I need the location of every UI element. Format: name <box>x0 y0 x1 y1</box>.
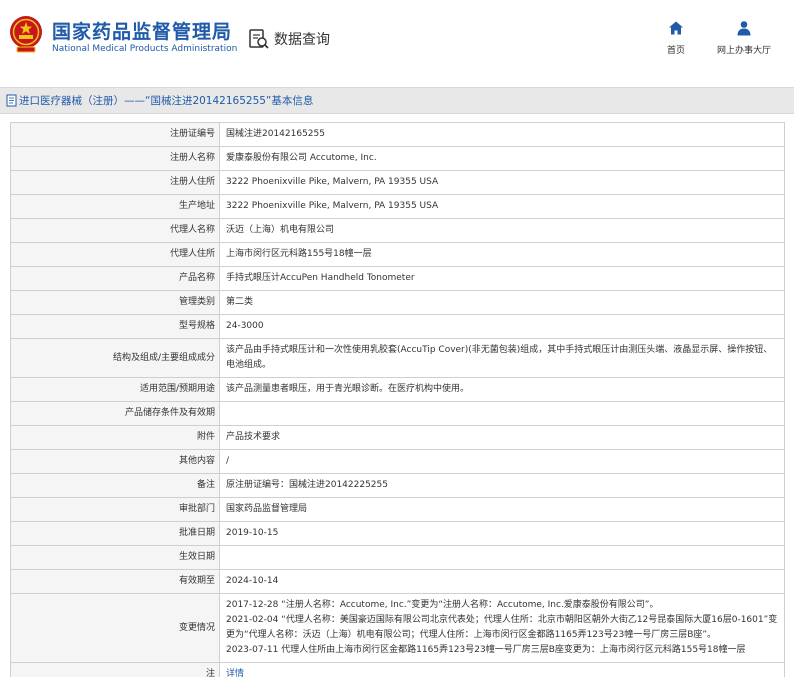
table-row: 备注 原注册证编号：国械注进20142225255 <box>10 473 785 498</box>
field-value: 该产品测量患者眼压，用于青光眼诊断。在医疗机构中使用。 <box>219 377 785 402</box>
field-label: 注册人住所 <box>10 170 220 195</box>
field-label: 代理人名称 <box>10 218 220 243</box>
document-icon <box>6 94 17 107</box>
data-query-label: 数据查询 <box>274 32 330 48</box>
field-value: 2019-10-15 <box>219 521 785 546</box>
field-label: 生产地址 <box>10 194 220 219</box>
table-row: 代理人名称 沃迈（上海）机电有限公司 <box>10 218 785 243</box>
change-history: 2017-12-28 “注册人名称：Accutome, Inc.”变更为“注册人… <box>219 593 785 663</box>
page-title-bar: 进口医疗器械（注册）——“国械注进20142165255”基本信息 <box>0 87 794 114</box>
nav-home-label: 首页 <box>666 46 685 56</box>
field-label: 备注 <box>10 473 220 498</box>
history-entry: 2023-07-11 代理人住所由上海市闵行区金都路1165弄123号23幢一号… <box>226 645 746 655</box>
field-value <box>219 545 785 570</box>
nav-home[interactable]: 首页 <box>656 20 696 56</box>
table-row: 型号规格 24-3000 <box>10 314 785 339</box>
field-label: 管理类别 <box>10 290 220 315</box>
field-value <box>219 401 785 426</box>
field-label: 有效期至 <box>10 569 220 594</box>
field-label: 型号规格 <box>10 314 220 339</box>
field-label: 产品储存条件及有效期 <box>10 401 220 426</box>
data-query-link[interactable]: 数据查询 <box>248 27 330 51</box>
table-row: 批准日期 2019-10-15 <box>10 521 785 546</box>
field-label: 适用范围/预期用途 <box>10 377 220 402</box>
field-label: 注册人名称 <box>10 146 220 171</box>
field-label: 注册证编号 <box>10 122 220 147</box>
field-value: 原注册证编号：国械注进20142225255 <box>219 473 785 498</box>
table-row: 代理人住所 上海市闵行区元科路155号18幢一层 <box>10 242 785 267</box>
field-label: 代理人住所 <box>10 242 220 267</box>
field-label: 生效日期 <box>10 545 220 570</box>
field-value: 第二类 <box>219 290 785 315</box>
table-row: 注册证编号 国械注进20142165255 <box>10 122 785 147</box>
field-value: 沃迈（上海）机电有限公司 <box>219 218 785 243</box>
field-value: 上海市闵行区元科路155号18幢一层 <box>219 242 785 267</box>
registration-info-table: 注册证编号 国械注进20142165255 注册人名称 爱康泰股份有限公司 Accu… <box>10 122 785 677</box>
table-row: 有效期至 2024-10-14 <box>10 569 785 594</box>
field-value: 3222 Phoenixville Pike, Malvern, PA 1935… <box>219 194 785 219</box>
table-row: 结构及组成/主要组成成分 该产品由手持式眼压计和一次性使用乳胶套(AccuTip … <box>10 338 785 378</box>
table-row: 适用范围/预期用途 该产品测量患者眼压，用于青光眼诊断。在医疗机构中使用。 <box>10 377 785 402</box>
table-row: 生效日期 <box>10 545 785 570</box>
home-icon <box>669 21 683 35</box>
field-value: 产品技术要求 <box>219 425 785 450</box>
data-query-icon <box>249 29 269 49</box>
table-row: 附件 产品技术要求 <box>10 425 785 450</box>
emblem-logo <box>10 16 42 53</box>
field-value: 3222 Phoenixville Pike, Malvern, PA 1935… <box>219 170 785 195</box>
history-entry: 2017-12-28 “注册人名称：Accutome, Inc.”变更为“注册人… <box>226 600 659 610</box>
table-row: 管理类别 第二类 <box>10 290 785 315</box>
site-header: 国家药品监督管理局 National Medical Products Admi… <box>0 0 794 76</box>
field-value: 2024-10-14 <box>219 569 785 594</box>
field-value: 国械注进20142165255 <box>219 122 785 147</box>
field-label: 审批部门 <box>10 497 220 522</box>
details-link[interactable]: 详情 <box>226 669 244 677</box>
table-row: 生产地址 3222 Phoenixville Pike, Malvern, PA … <box>10 194 785 219</box>
field-value: 手持式眼压计AccuPen Handheld Tonometer <box>219 266 785 291</box>
table-row: 产品名称 手持式眼压计AccuPen Handheld Tonometer <box>10 266 785 291</box>
history-entry: 2021-02-04 “代理人名称：美国豪迈国际有限公司北京代表处；代理人住所：… <box>226 615 778 640</box>
field-value: / <box>219 449 785 474</box>
table-row: 审批部门 国家药品监督管理局 <box>10 497 785 522</box>
nav-service-hall[interactable]: 网上办事大厅 <box>712 20 776 56</box>
table-row: 注 详情 <box>10 662 785 677</box>
field-label: 变更情况 <box>10 593 220 663</box>
user-icon <box>737 21 751 36</box>
field-label: 注 <box>10 662 220 677</box>
field-label: 其他内容 <box>10 449 220 474</box>
table-row: 产品储存条件及有效期 <box>10 401 785 426</box>
field-value: 24-3000 <box>219 314 785 339</box>
table-row: 注册人住所 3222 Phoenixville Pike, Malvern, PA… <box>10 170 785 195</box>
table-row: 注册人名称 爱康泰股份有限公司 Accutome, Inc. <box>10 146 785 171</box>
table-row: 变更情况 2017-12-28 “注册人名称：Accutome, Inc.”变更… <box>10 593 785 663</box>
field-label: 附件 <box>10 425 220 450</box>
table-row: 其他内容 / <box>10 449 785 474</box>
page-title: 进口医疗器械（注册）——“国械注进20142165255”基本信息 <box>19 95 314 107</box>
field-value: 该产品由手持式眼压计和一次性使用乳胶套(AccuTip Cover)(非无菌包装… <box>219 338 785 378</box>
nav-service-hall-label: 网上办事大厅 <box>716 46 771 56</box>
field-value: 详情 <box>219 662 785 677</box>
field-value: 爱康泰股份有限公司 Accutome, Inc. <box>219 146 785 171</box>
field-label: 批准日期 <box>10 521 220 546</box>
field-value: 国家药品监督管理局 <box>219 497 785 522</box>
brand-name-en: National Medical Products Administration <box>52 44 238 54</box>
field-label: 产品名称 <box>10 266 220 291</box>
field-label: 结构及组成/主要组成成分 <box>10 338 220 378</box>
brand-name-cn: 国家药品监督管理局 <box>52 21 233 43</box>
